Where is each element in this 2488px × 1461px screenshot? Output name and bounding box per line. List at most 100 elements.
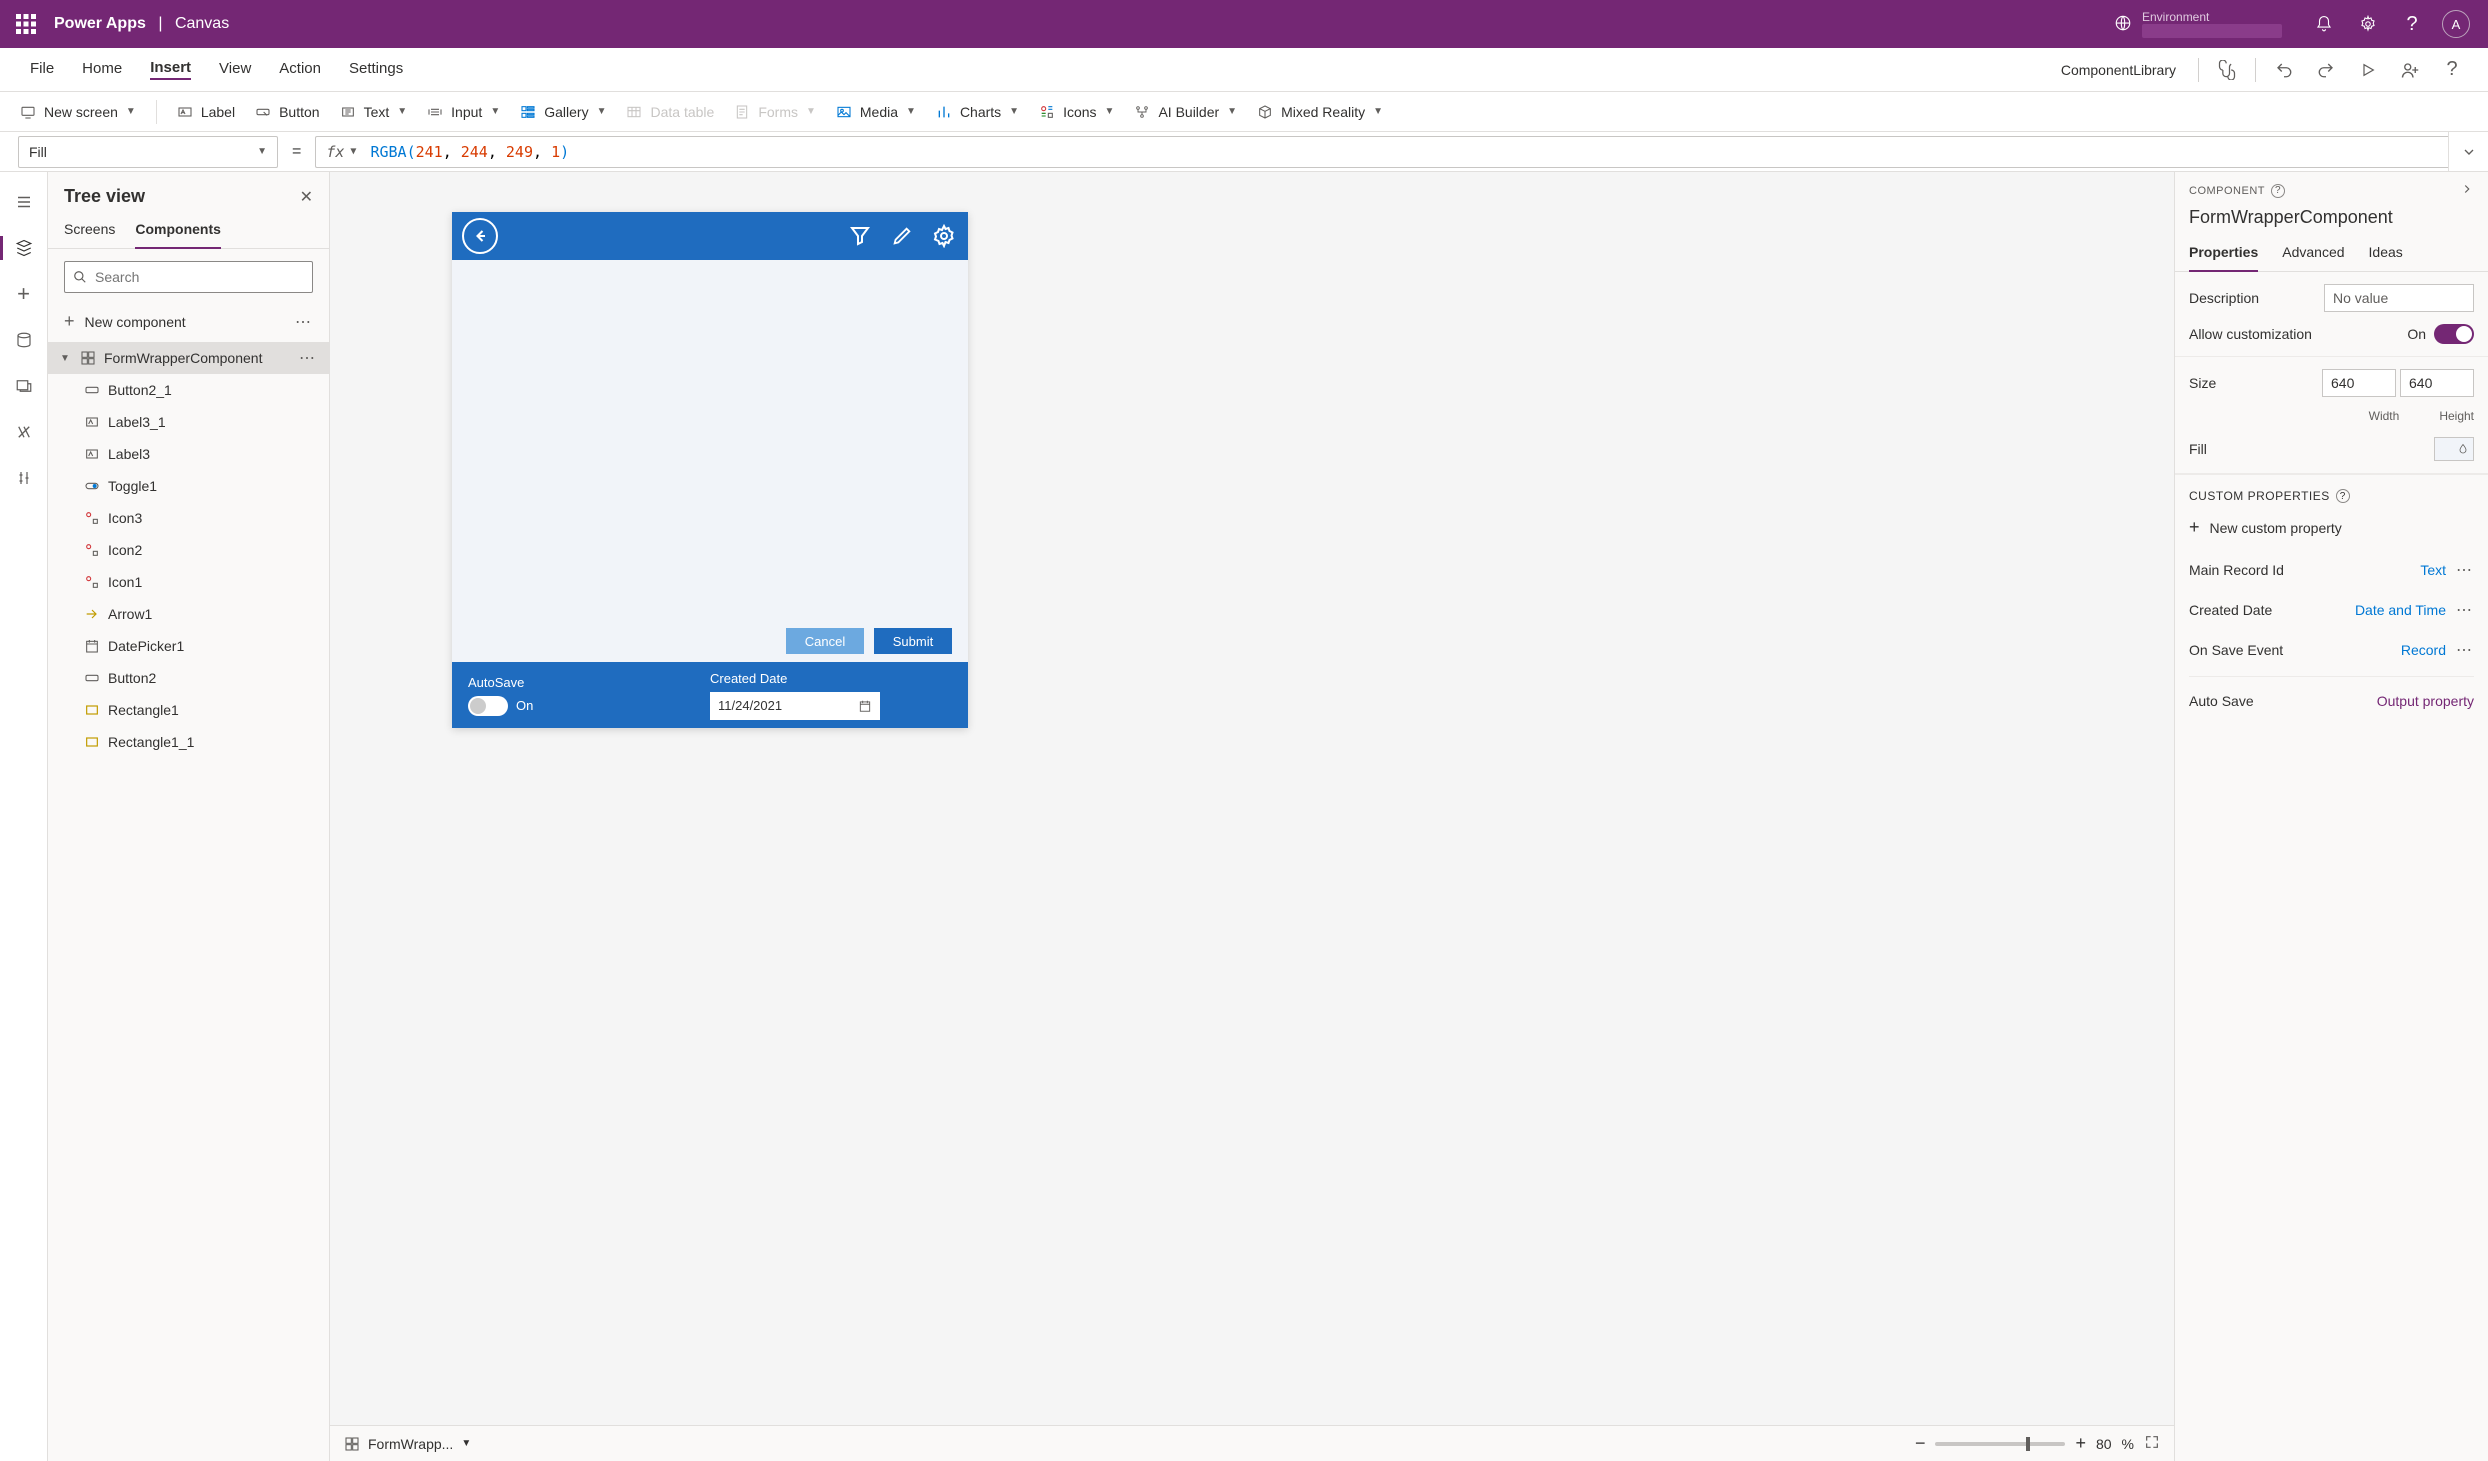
prop-type[interactable]: Date and Time: [2355, 602, 2446, 618]
rail-tree-view-icon[interactable]: [0, 226, 48, 270]
property-selector[interactable]: Fill ▼: [18, 136, 278, 168]
search-input[interactable]: [95, 269, 304, 285]
ai-builder-button[interactable]: AI Builder ▼: [1126, 100, 1245, 124]
formula-input[interactable]: fx ▼ RGBA(241, 244, 249, 1): [315, 136, 2448, 168]
tree-item[interactable]: Button2: [48, 662, 329, 694]
label-button[interactable]: Label: [169, 100, 243, 124]
rail-advanced-tools-icon[interactable]: [0, 456, 48, 500]
tree-item[interactable]: Button2_1: [48, 374, 329, 406]
tree-item[interactable]: DatePicker1: [48, 630, 329, 662]
tab-ideas[interactable]: Ideas: [2369, 244, 2403, 271]
more-icon[interactable]: ⋯: [299, 348, 317, 368]
chevron-right-icon[interactable]: [2460, 182, 2474, 199]
tree-item[interactable]: Arrow1: [48, 598, 329, 630]
autosave-toggle[interactable]: [468, 696, 508, 716]
rail-hamburger-icon[interactable]: [0, 180, 48, 224]
date-picker[interactable]: 11/24/2021: [710, 692, 880, 720]
description-input[interactable]: No value: [2324, 284, 2474, 312]
filter-icon[interactable]: [846, 222, 874, 250]
tree-item[interactable]: Icon1: [48, 566, 329, 598]
tab-screens[interactable]: Screens: [64, 221, 115, 248]
back-arrow-icon[interactable]: [462, 218, 498, 254]
share-icon[interactable]: [2392, 52, 2428, 88]
new-component-button[interactable]: + New component: [64, 311, 186, 332]
more-icon[interactable]: ⋯: [2456, 600, 2474, 620]
menu-insert[interactable]: Insert: [150, 59, 191, 80]
formula-expand-button[interactable]: [2448, 132, 2488, 172]
gear-icon[interactable]: [930, 222, 958, 250]
height-input[interactable]: 640: [2400, 369, 2474, 397]
icons-button[interactable]: Icons ▼: [1031, 100, 1122, 124]
prop-type[interactable]: Record: [2401, 642, 2446, 658]
menu-action[interactable]: Action: [279, 60, 321, 79]
menu-view[interactable]: View: [219, 60, 251, 79]
close-icon[interactable]: ✕: [300, 187, 313, 207]
fit-screen-icon[interactable]: [2144, 1434, 2160, 1453]
environment-icon[interactable]: [2114, 14, 2132, 35]
submit-button[interactable]: Submit: [874, 628, 952, 654]
environment-selector[interactable]: Environment: [2142, 10, 2282, 38]
settings-icon[interactable]: [2348, 0, 2388, 48]
more-icon[interactable]: ⋯: [295, 312, 313, 332]
play-icon[interactable]: [2350, 52, 2386, 88]
help-icon[interactable]: ?: [2392, 0, 2432, 48]
new-custom-property-button[interactable]: + New custom property: [2175, 511, 2488, 550]
undo-icon[interactable]: [2266, 52, 2302, 88]
tree-item[interactable]: Icon3: [48, 502, 329, 534]
tree-item[interactable]: Toggle1: [48, 470, 329, 502]
tree-item[interactable]: Rectangle1_1: [48, 726, 329, 758]
breadcrumb-selector[interactable]: FormWrapp... ▼: [344, 1436, 471, 1452]
tree-item[interactable]: Label3_1: [48, 406, 329, 438]
zoom-out-button[interactable]: −: [1915, 1433, 1926, 1454]
component-preview[interactable]: Cancel Submit AutoSave On Created Date: [452, 212, 968, 728]
zoom-slider[interactable]: [1935, 1442, 2065, 1446]
text-button[interactable]: Text ▼: [332, 100, 416, 124]
component-library-link[interactable]: ComponentLibrary: [2061, 62, 2176, 78]
edit-icon[interactable]: [888, 222, 916, 250]
input-button[interactable]: Input ▼: [419, 100, 508, 124]
prop-type[interactable]: Output property: [2377, 693, 2474, 709]
custom-prop-row[interactable]: Auto Save Output property: [2189, 676, 2474, 719]
menu-settings[interactable]: Settings: [349, 60, 403, 79]
tab-properties[interactable]: Properties: [2189, 244, 2258, 272]
rail-variables-icon[interactable]: [0, 410, 48, 454]
mixed-reality-button[interactable]: Mixed Reality ▼: [1249, 100, 1391, 124]
canvas-viewport[interactable]: Cancel Submit AutoSave On Created Date: [330, 172, 2174, 1425]
health-icon[interactable]: [2209, 52, 2245, 88]
more-icon[interactable]: ⋯: [2456, 560, 2474, 580]
help-icon[interactable]: ?: [2336, 489, 2350, 503]
media-button[interactable]: Media ▼: [828, 100, 924, 124]
allow-customization-toggle[interactable]: On: [2407, 324, 2474, 344]
charts-button[interactable]: Charts ▼: [928, 100, 1027, 124]
tab-components[interactable]: Components: [135, 221, 221, 249]
rail-insert-icon[interactable]: +: [0, 272, 48, 316]
custom-prop-row[interactable]: On Save Event Record⋯: [2189, 630, 2474, 670]
cancel-button[interactable]: Cancel: [786, 628, 864, 654]
more-icon[interactable]: ⋯: [2456, 640, 2474, 660]
rail-data-icon[interactable]: [0, 318, 48, 362]
zoom-in-button[interactable]: +: [2075, 1433, 2086, 1454]
avatar[interactable]: A: [2436, 0, 2476, 48]
tree-item-formwrapper[interactable]: ▼ FormWrapperComponent ⋯: [48, 342, 329, 374]
gallery-button[interactable]: Gallery ▼: [512, 100, 614, 124]
redo-icon[interactable]: [2308, 52, 2344, 88]
tree-search-box[interactable]: [64, 261, 313, 293]
help-icon[interactable]: ?: [2271, 184, 2285, 198]
tree-item[interactable]: Icon2: [48, 534, 329, 566]
button-button[interactable]: Button: [247, 100, 327, 124]
chevron-down-icon[interactable]: ▼: [58, 353, 72, 364]
new-screen-button[interactable]: New screen ▼: [12, 100, 144, 124]
custom-prop-row[interactable]: Created Date Date and Time⋯: [2189, 590, 2474, 630]
width-input[interactable]: 640: [2322, 369, 2396, 397]
menu-file[interactable]: File: [30, 60, 54, 79]
waffle-icon[interactable]: [16, 14, 36, 34]
custom-prop-row[interactable]: Main Record Id Text⋯: [2189, 550, 2474, 590]
rail-media-icon[interactable]: [0, 364, 48, 408]
menu-home[interactable]: Home: [82, 60, 122, 79]
notifications-icon[interactable]: [2304, 0, 2344, 48]
tab-advanced[interactable]: Advanced: [2282, 244, 2344, 271]
tree-item[interactable]: Label3: [48, 438, 329, 470]
fx-chevron-down-icon[interactable]: ▼: [350, 146, 356, 157]
fill-swatch[interactable]: [2434, 437, 2474, 461]
prop-type[interactable]: Text: [2420, 562, 2446, 578]
